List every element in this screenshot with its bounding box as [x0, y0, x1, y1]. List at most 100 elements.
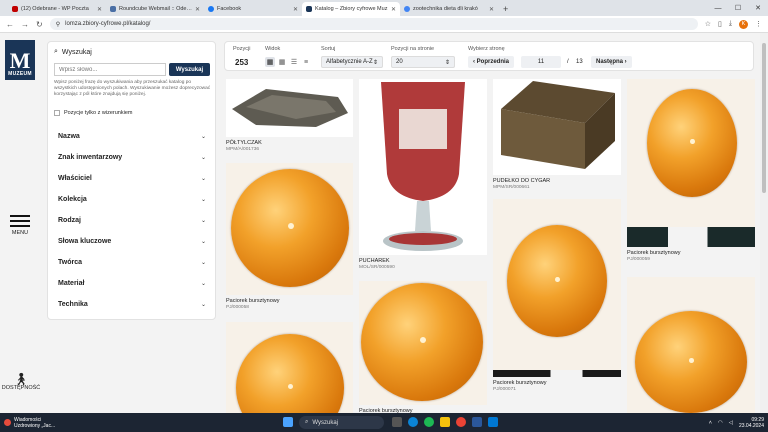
item-title[interactable]: PÓŁTYLCZAK	[226, 140, 353, 146]
item-title[interactable]: Paciorek bursztynowy	[627, 250, 755, 256]
catalog-item[interactable]	[627, 277, 755, 413]
browser-menu-icon[interactable]: ⋮	[755, 20, 762, 28]
maximize-icon[interactable]: ☐	[728, 0, 748, 16]
back-icon[interactable]: ←	[6, 20, 14, 29]
item-image[interactable]	[226, 322, 353, 413]
item-title[interactable]: PUCHAREK	[359, 258, 487, 264]
catalog-item[interactable]: Paciorek bursztynowy PJ/000059	[627, 79, 755, 262]
chrome-icon[interactable]	[456, 417, 466, 427]
downloads-icon[interactable]: ⤓	[729, 20, 732, 28]
chevron-down-icon: ⌄	[200, 302, 206, 308]
task-view-icon[interactable]	[392, 417, 402, 427]
hamburger-icon	[10, 215, 30, 227]
close-icon[interactable]: ✕	[489, 6, 494, 13]
outlook-icon[interactable]	[488, 417, 498, 427]
browser-tab-bar: (12) Odebrane - WP Poczta ✕ Roundcube Web…	[0, 0, 768, 16]
item-title[interactable]: PUDEŁKO DO CYGAR	[493, 178, 621, 184]
facet-nazwa[interactable]: Nazwa ⌄	[54, 126, 210, 147]
browser-tab-3[interactable]: Katalog – Zbiory cyfrowe Muz ✕	[302, 2, 400, 16]
menu-button[interactable]: MENU	[10, 212, 30, 236]
close-icon[interactable]: ✕	[391, 6, 396, 13]
minimize-icon[interactable]: —	[708, 0, 728, 16]
item-image[interactable]	[493, 199, 621, 377]
forward-icon[interactable]: →	[21, 20, 29, 29]
spotify-icon[interactable]	[424, 417, 434, 427]
taskbar-search[interactable]: ⌕ Wyszukaj	[299, 416, 384, 429]
select-arrows-icon: ⇕	[372, 59, 378, 66]
item-image[interactable]	[226, 163, 353, 295]
facet-technika[interactable]: Technika ⌄	[54, 294, 210, 315]
chevron-down-icon: ⌄	[200, 218, 206, 224]
search-input[interactable]	[54, 63, 166, 76]
next-page-button[interactable]: Następna ›	[591, 56, 632, 68]
item-image[interactable]	[627, 277, 755, 413]
item-image[interactable]	[359, 79, 487, 255]
close-window-icon[interactable]: ✕	[748, 0, 768, 16]
browser-tab-1[interactable]: Roundcube Webmail :: Odebra ✕	[106, 2, 204, 16]
museum-logo[interactable]: M MUZEUM	[5, 40, 35, 80]
close-icon[interactable]: ✕	[195, 6, 200, 13]
grid-large-icon[interactable]: ▦	[265, 57, 275, 67]
url-field[interactable]: ⚲ lomza.zbiory-cyfrowe.pl/katalog/	[49, 18, 698, 30]
browser-tab-0[interactable]: (12) Odebrane - WP Poczta ✕	[8, 2, 106, 16]
catalog-item[interactable]: PÓŁTYLCZAK MPM/A/001736	[226, 79, 353, 152]
facet-slowa-kluczowe[interactable]: Słowa kluczowe ⌄	[54, 231, 210, 252]
news-widget[interactable]: Wiadomości Uzdrowiony „Jac...	[4, 417, 55, 429]
file-explorer-icon[interactable]	[440, 417, 450, 427]
item-image[interactable]	[359, 281, 487, 405]
list-icon[interactable]: ☰	[289, 57, 299, 67]
facet-label: Technika	[58, 301, 88, 308]
catalog-item[interactable]: Paciorek bursztynowy PJ/000058	[226, 163, 353, 310]
catalog-item[interactable]: Paciorek bursztynowy	[359, 281, 487, 414]
menu-label: MENU	[11, 230, 29, 236]
wifi-icon[interactable]: ◠	[718, 420, 723, 426]
catalog-item[interactable]	[226, 322, 353, 413]
tray-chevron-icon[interactable]: ˄	[709, 420, 712, 426]
accessibility-button[interactable]: 🚶︎ DOSTĘPNOŚĆ	[0, 373, 42, 391]
search-heading: ⌕ Wyszukaj	[54, 48, 92, 56]
compact-list-icon[interactable]: ≡	[301, 57, 311, 67]
item-title[interactable]: Paciorek bursztynowy	[493, 380, 621, 386]
sort-select[interactable]: Alfabetycznie A-Z ⇕	[321, 56, 383, 68]
grid-small-icon[interactable]: ▦	[277, 57, 287, 67]
catalog-item[interactable]: PUCHAREK MOL/SR/000590	[359, 79, 487, 270]
catalog-item[interactable]: PUDEŁKO DO CYGAR MPM/SR/000661	[493, 79, 621, 190]
windows-start-icon[interactable]	[283, 417, 293, 427]
edge-icon[interactable]	[408, 417, 418, 427]
item-title[interactable]: Paciorek bursztynowy	[226, 298, 353, 304]
facet-wlasciciel[interactable]: Właściciel ⌄	[54, 168, 210, 189]
page-scrollbar[interactable]	[760, 33, 768, 413]
search-button[interactable]: Wyszukaj	[169, 63, 210, 76]
item-image[interactable]	[226, 79, 353, 137]
volume-icon[interactable]: ◁	[729, 420, 733, 426]
sidebar-icon[interactable]: ▯	[718, 20, 722, 28]
facet-label: Rodzaj	[58, 217, 81, 224]
new-tab-button[interactable]: +	[498, 2, 513, 16]
bookmark-star-icon[interactable]: ☆	[705, 20, 711, 28]
reload-icon[interactable]: ↻	[36, 20, 43, 29]
page-input[interactable]: 11	[521, 56, 561, 68]
per-page-select[interactable]: 20 ⇕	[391, 56, 455, 68]
catalog-item[interactable]: Paciorek bursztynowy PJ/000071	[493, 199, 621, 392]
amber-bead-image	[361, 283, 483, 401]
facet-kolekcja[interactable]: Kolekcja ⌄	[54, 189, 210, 210]
close-icon[interactable]: ✕	[97, 6, 102, 13]
images-only-checkbox[interactable]: Pozycje tylko z wizerunkiem	[54, 110, 132, 116]
scrollbar-thumb[interactable]	[762, 43, 766, 193]
close-icon[interactable]: ✕	[293, 6, 298, 13]
facet-rodzaj[interactable]: Rodzaj ⌄	[54, 210, 210, 231]
clock[interactable]: 09:29 23.04.2024	[739, 417, 764, 429]
site-info-icon[interactable]: ⚲	[56, 21, 60, 28]
facet-material[interactable]: Materiał ⌄	[54, 273, 210, 294]
facet-znak-inwentarzowy[interactable]: Znak inwentarzowy ⌄	[54, 147, 210, 168]
per-page-value: 20	[396, 59, 403, 65]
profile-avatar[interactable]: K	[739, 19, 748, 29]
chevron-down-icon: ⌄	[200, 197, 206, 203]
item-image[interactable]	[627, 79, 755, 247]
item-image[interactable]	[493, 79, 621, 175]
browser-tab-2[interactable]: Facebook ✕	[204, 2, 302, 16]
browser-tab-4[interactable]: zootechnika dieta dli krakó ✕	[400, 2, 498, 16]
facet-tworca[interactable]: Twórca ⌄	[54, 252, 210, 273]
prev-page-button[interactable]: ‹ Poprzednia	[468, 56, 515, 68]
word-icon[interactable]	[472, 417, 482, 427]
